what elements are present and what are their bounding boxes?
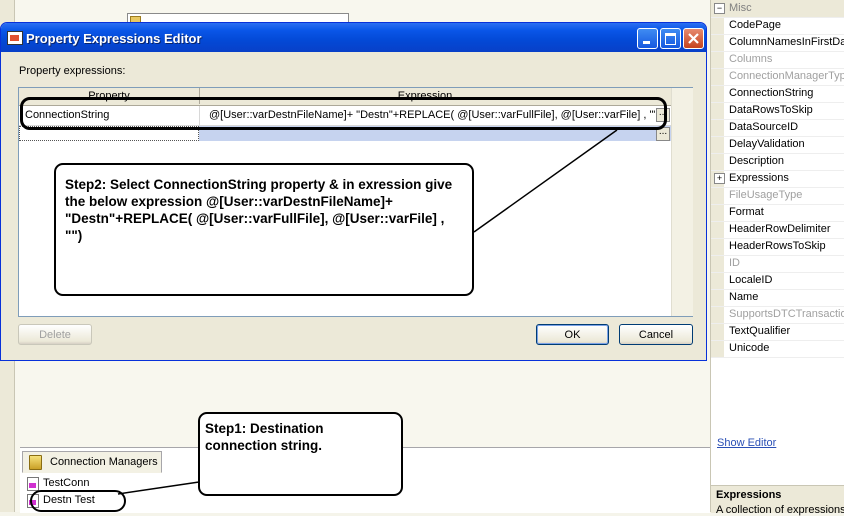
minimize-button[interactable] <box>637 28 658 49</box>
property-row[interactable]: SupportsDTCTransactions <box>711 306 844 324</box>
property-category[interactable]: − Misc <box>711 0 844 18</box>
maximize-button[interactable] <box>660 28 681 49</box>
property-name: DelayValidation <box>729 138 805 150</box>
property-expressions-label: Property expressions: <box>19 65 126 77</box>
property-row[interactable]: Format <box>711 204 844 222</box>
property-name: TextQualifier <box>729 325 791 337</box>
property-row[interactable]: HeaderRowsToSkip <box>711 238 844 256</box>
property-row[interactable]: Name <box>711 289 844 307</box>
dialog-app-icon <box>7 31 23 45</box>
collapse-icon[interactable]: − <box>714 3 725 14</box>
property-name: DataRowsToSkip <box>729 104 813 116</box>
property-row[interactable]: ConnectionManagerType <box>711 68 844 86</box>
close-icon <box>688 33 699 44</box>
grid-scrollbar-area[interactable] <box>671 88 693 316</box>
property-name: DataSourceID <box>729 121 799 133</box>
property-name: Description <box>729 155 785 167</box>
close-button[interactable] <box>683 28 704 49</box>
cancel-button[interactable]: Cancel <box>619 324 693 345</box>
property-name: ID <box>729 257 740 269</box>
tab-connection-managers[interactable]: Connection Managers <box>22 451 162 473</box>
show-editor-link[interactable]: Show Editor <box>717 437 776 449</box>
property-row[interactable]: HeaderRowDelimiter <box>711 221 844 239</box>
connection-string-highlight <box>20 97 667 130</box>
minimize-icon <box>643 41 650 44</box>
connection-manager-name: TestConn <box>43 477 90 489</box>
property-name: Format <box>729 206 764 218</box>
property-name: LocaleID <box>729 274 773 286</box>
property-row[interactable]: ConnectionString <box>711 85 844 103</box>
property-row[interactable]: FileUsageType <box>711 187 844 205</box>
property-row[interactable]: Description <box>711 153 844 171</box>
step2-callout: Step2: Select ConnectionString property … <box>54 163 474 296</box>
step2-text: Step2: Select ConnectionString property … <box>65 177 453 243</box>
property-row[interactable]: DataSourceID <box>711 119 844 137</box>
property-description-text: A collection of expressions <box>716 504 844 516</box>
property-description-pane: Expressions A collection of expressions <box>711 485 844 516</box>
property-description-title: Expressions <box>716 489 782 501</box>
property-name: CodePage <box>729 19 781 31</box>
property-name: FileUsageType <box>729 189 803 201</box>
ok-button[interactable]: OK <box>536 324 609 345</box>
property-name: HeaderRowDelimiter <box>729 223 831 235</box>
property-row[interactable]: + Expressions <box>711 170 844 188</box>
property-name: Misc <box>729 2 752 14</box>
property-name: Columns <box>729 53 773 65</box>
property-grid: −MiscCodePageColumnNamesInFirstDataRowCo… <box>711 0 844 358</box>
flat-file-connection-icon <box>27 477 39 491</box>
property-row[interactable]: ID <box>711 255 844 273</box>
maximize-icon <box>665 33 676 45</box>
property-row[interactable]: TextQualifier <box>711 323 844 341</box>
destn-test-highlight <box>30 490 126 512</box>
property-row[interactable]: ColumnNamesInFirstDataRow <box>711 34 844 52</box>
property-row[interactable]: Columns <box>711 51 844 69</box>
step1-callout: Step1: Destination connection string. <box>198 412 403 496</box>
property-name: Unicode <box>729 342 770 354</box>
expand-icon[interactable]: + <box>714 173 725 184</box>
property-row[interactable]: DelayValidation <box>711 136 844 154</box>
tab-label: Connection Managers <box>50 456 158 468</box>
delete-button[interactable]: Delete <box>18 324 92 345</box>
property-name: Name <box>729 291 759 303</box>
connection-managers-icon <box>29 455 42 470</box>
property-name: Expressions <box>729 172 789 184</box>
property-name: ConnectionString <box>729 87 814 99</box>
step1-text: Step1: Destination connection string. <box>205 421 324 453</box>
dialog-title: Property Expressions Editor <box>26 31 202 46</box>
property-name: ColumnNamesInFirstDataRow <box>729 36 844 48</box>
dialog-titlebar[interactable]: Property Expressions Editor <box>1 23 706 52</box>
property-name: ConnectionManagerType <box>729 70 844 82</box>
property-row[interactable]: DataRowsToSkip <box>711 102 844 120</box>
property-name: HeaderRowsToSkip <box>729 240 826 252</box>
property-row[interactable]: CodePage <box>711 17 844 35</box>
property-row[interactable]: LocaleID <box>711 272 844 290</box>
property-row[interactable]: Unicode <box>711 340 844 358</box>
property-name: SupportsDTCTransactions <box>729 308 844 320</box>
